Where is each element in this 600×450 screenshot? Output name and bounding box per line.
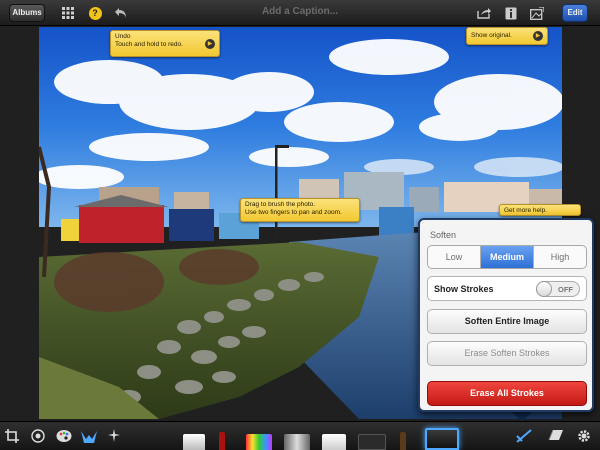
brush-soften-icon[interactable]	[425, 428, 459, 450]
undo-tooltip-title: Undo	[115, 33, 131, 40]
caption-field[interactable]: Add a Caption...	[200, 6, 400, 17]
show-strokes-toggle[interactable]: OFF	[536, 281, 580, 297]
erase-soften-strokes-button[interactable]: Erase Soften Strokes	[427, 341, 587, 366]
brush-tooltip-line2: Use two fingers to pan and zoom.	[245, 209, 342, 216]
popover-title: Soften	[430, 230, 457, 240]
brush-light-icon[interactable]	[322, 434, 346, 450]
erase-all-strokes-button[interactable]: Erase All Strokes	[427, 381, 587, 406]
help-icon[interactable]: ?	[87, 5, 103, 21]
compare-icon[interactable]	[529, 5, 545, 21]
show-strokes-row: Show Strokes OFF	[427, 276, 587, 301]
toggle-state: OFF	[558, 285, 573, 294]
eraser-icon[interactable]	[548, 429, 564, 445]
soften-popover: Soften Low Medium High Show Strokes OFF …	[418, 218, 594, 412]
palette-icon[interactable]	[56, 429, 72, 445]
effects-icon[interactable]	[106, 429, 122, 445]
edit-button[interactable]: Edit	[562, 4, 588, 22]
show-original-tooltip: Show original. ▶	[466, 27, 548, 45]
strength-low[interactable]: Low	[428, 246, 481, 268]
brush-red-icon[interactable]	[219, 432, 225, 450]
app-window: Albums ? Add a Caption... Edit Undo Touc…	[0, 0, 600, 450]
top-toolbar: Albums ? Add a Caption... Edit	[0, 0, 600, 26]
more-help-text: Get more help.	[504, 207, 547, 214]
brush-dark-icon[interactable]	[358, 434, 386, 450]
next-arrow-icon[interactable]: ▶	[205, 38, 215, 49]
crop-icon[interactable]	[4, 429, 20, 445]
grid-icon[interactable]	[60, 5, 76, 21]
bottom-toolbar	[0, 421, 600, 450]
more-help-tooltip[interactable]: Get more help.	[499, 204, 581, 216]
brush-tool-icon[interactable]	[80, 429, 97, 445]
toggle-knob	[536, 281, 552, 297]
strength-medium[interactable]: Medium	[481, 246, 534, 268]
soften-entire-image-button[interactable]: Soften Entire Image	[427, 309, 587, 334]
undo-tooltip-text: Touch and hold to redo.	[115, 41, 183, 48]
brush-brown-icon[interactable]	[400, 432, 406, 450]
strength-segmented-control: Low Medium High	[427, 245, 587, 269]
albums-button[interactable]: Albums	[9, 4, 45, 22]
undo-icon[interactable]	[113, 5, 129, 21]
strokes-icon[interactable]	[516, 429, 532, 445]
info-icon[interactable]	[503, 5, 519, 21]
show-strokes-label: Show Strokes	[434, 284, 494, 294]
brush-tooltip-line1: Drag to brush the photo.	[245, 201, 316, 208]
show-original-text: Show original.	[471, 32, 512, 39]
brush-white-icon[interactable]	[183, 434, 205, 450]
settings-icon[interactable]	[576, 429, 592, 445]
strength-high[interactable]: High	[534, 246, 586, 268]
color-icon[interactable]	[30, 429, 46, 445]
brush-tooltip: Drag to brush the photo. Use two fingers…	[240, 198, 360, 222]
undo-tooltip: Undo Touch and hold to redo. ▶	[110, 30, 220, 57]
share-icon[interactable]	[476, 5, 492, 21]
brush-color-icon[interactable]	[246, 434, 272, 450]
brush-gray-icon[interactable]	[284, 434, 310, 450]
next-arrow-icon[interactable]: ▶	[533, 31, 543, 41]
